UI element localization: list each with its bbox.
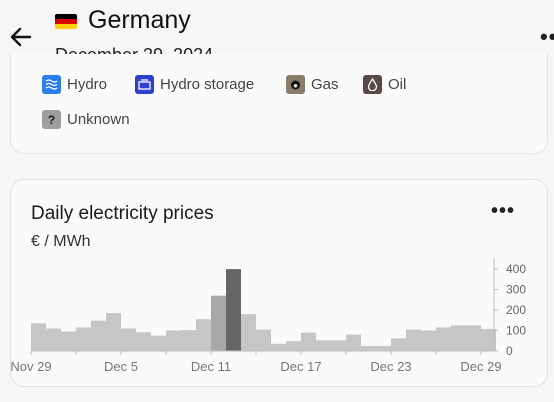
chart-y-tick-label: 0 xyxy=(506,344,513,358)
chart-bar xyxy=(256,329,271,351)
germany-flag-icon xyxy=(55,14,77,29)
chart-x-tick-label: Dec 29 xyxy=(460,359,501,374)
chart-bar xyxy=(211,295,226,351)
chart-bar xyxy=(241,314,256,351)
chart-bar xyxy=(286,341,301,351)
legend-item-hydro: Hydro xyxy=(42,75,107,94)
chart-y-tick-label: 300 xyxy=(506,283,526,297)
legend-label: Hydro storage xyxy=(160,76,255,93)
chart-bar xyxy=(196,319,211,351)
back-arrow-icon[interactable] xyxy=(8,24,34,50)
chart-bar xyxy=(421,330,436,351)
legend-label: Oil xyxy=(388,76,407,93)
chart-bar xyxy=(346,334,361,351)
chart-bar xyxy=(31,323,46,351)
chart-bar xyxy=(406,329,421,351)
chart-bar xyxy=(391,338,406,351)
chart-bar xyxy=(76,327,91,351)
chart-bar xyxy=(151,335,166,351)
chart-bar xyxy=(61,331,76,351)
chart-bar xyxy=(466,325,481,351)
legend-label: Unknown xyxy=(67,111,130,128)
chart-bar xyxy=(316,340,331,351)
chart-bar xyxy=(121,328,136,351)
legend-item-hydro-storage: Hydro storage xyxy=(135,75,254,94)
chart-bar xyxy=(376,345,391,351)
chart-x-tick-label: Dec 11 xyxy=(191,359,231,374)
chart-bar xyxy=(436,327,451,351)
card-more-button[interactable]: ••• xyxy=(491,200,515,223)
chart-bar xyxy=(271,343,286,351)
chart-bar xyxy=(136,332,151,351)
legend-item-unknown: ? Unknown xyxy=(42,110,130,129)
legend-label: Hydro xyxy=(67,76,108,93)
hydro-storage-icon xyxy=(135,75,154,94)
daily-prices-chart: 0 100 200 300 400 Nov 29 Dec 5 Dec 11 Dec 17 Dec … xyxy=(10,258,526,374)
chart-bar xyxy=(106,313,121,351)
chart-y-tick-label: 400 xyxy=(506,262,526,276)
chart-x-tick-label: Dec 17 xyxy=(280,359,321,374)
chart-bar xyxy=(331,340,346,351)
hydro-icon xyxy=(42,75,61,94)
chart-bar xyxy=(46,328,61,351)
gas-icon xyxy=(286,75,305,94)
chart-x-tick-label: Dec 5 xyxy=(104,359,138,374)
chart-x-tick-label: Dec 23 xyxy=(370,359,411,374)
card-unit: € / MWh xyxy=(31,233,91,250)
unknown-icon: ? xyxy=(42,110,61,129)
oil-icon xyxy=(363,75,382,94)
chart-bar xyxy=(226,269,241,351)
page-title: Germany xyxy=(88,6,191,34)
legend-card: Hydro Hydro storage Gas Oil ? Unknown xyxy=(10,54,548,154)
legend-label: Gas xyxy=(311,76,339,93)
chart-bar xyxy=(361,345,376,351)
card-title: Daily electricity prices xyxy=(31,203,214,224)
chart-y-tick-label: 100 xyxy=(506,324,526,338)
legend-item-oil: Oil xyxy=(363,75,406,94)
chart-bar xyxy=(301,332,316,351)
chart-x-tick-label: Nov 29 xyxy=(10,359,51,374)
chart-bar xyxy=(451,325,466,351)
chart-y-tick-label: 200 xyxy=(506,303,526,317)
chart-bar xyxy=(91,320,106,351)
more-options-button[interactable]: ••• xyxy=(540,24,554,50)
legend-item-gas: Gas xyxy=(286,75,339,94)
chart-bar xyxy=(166,330,181,351)
chart-bar xyxy=(181,330,196,351)
